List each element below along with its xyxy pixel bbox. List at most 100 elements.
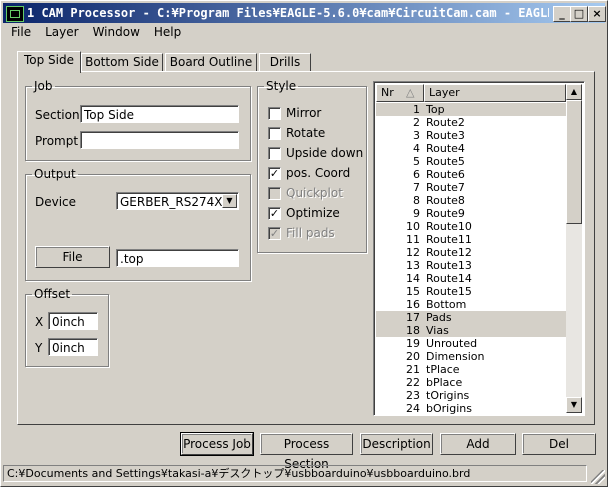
layer-number: 8 xyxy=(413,194,420,207)
menu-file[interactable]: File xyxy=(3,23,37,39)
device-select[interactable]: GERBER_RS274X ▼ xyxy=(116,192,239,210)
layer-name: Route6 xyxy=(426,168,465,181)
process-job-button[interactable]: Process Job xyxy=(180,432,254,456)
layer-name: Route5 xyxy=(426,155,465,168)
layer-number: 3 xyxy=(413,129,420,142)
layer-number: 16 xyxy=(406,298,420,311)
prompt-input[interactable] xyxy=(80,131,239,149)
offset-y-label: Y xyxy=(35,341,43,355)
column-header-nr[interactable]: Nr △ xyxy=(376,84,424,102)
style-option-2-checkbox[interactable] xyxy=(268,147,281,160)
layer-number: 11 xyxy=(406,233,420,246)
offset-x-input[interactable]: 0inch xyxy=(48,312,98,330)
layer-name: Route4 xyxy=(426,142,465,155)
status-bar: C:¥Documents and Settings¥takasi-a¥デスクトッ… xyxy=(3,465,587,482)
layer-row[interactable]: 8 Route8 xyxy=(376,194,566,207)
style-option-1-checkbox[interactable] xyxy=(268,127,281,140)
layer-row[interactable]: 11 Route11 xyxy=(376,233,566,246)
section-input[interactable]: Top Side xyxy=(80,105,239,123)
checkmark-icon: ✓ xyxy=(269,167,280,180)
layer-row[interactable]: 14 Route14 xyxy=(376,272,566,285)
layer-name: Top xyxy=(426,103,445,116)
style-option-5-label[interactable]: Optimize xyxy=(286,206,340,220)
layer-row[interactable]: 13 Route13 xyxy=(376,259,566,272)
layer-row[interactable]: 2 Route2 xyxy=(376,116,566,129)
device-label: Device xyxy=(35,195,77,209)
style-option-2-label[interactable]: Upside down xyxy=(286,146,363,160)
layer-name: Route3 xyxy=(426,129,465,142)
layer-row[interactable]: 5 Route5 xyxy=(376,155,566,168)
process-section-button[interactable]: Process Section xyxy=(260,433,353,471)
del-button[interactable]: Del xyxy=(522,433,596,455)
tab-board-outline[interactable]: Board Outline xyxy=(165,53,257,72)
resize-grip-icon[interactable] xyxy=(591,470,605,484)
menu-layer[interactable]: Layer xyxy=(37,23,84,39)
layer-row[interactable]: 22 bPlace xyxy=(376,376,566,389)
layer-name: Route11 xyxy=(426,233,472,246)
layer-row[interactable]: 21 tPlace xyxy=(376,363,566,376)
layer-number: 9 xyxy=(413,207,420,220)
layer-row[interactable]: 9 Route9 xyxy=(376,207,566,220)
layer-list[interactable]: Nr △ Layer 1 Top 2 Route2 3 Route3 4 Route4 5 Rou… xyxy=(373,81,585,416)
layer-row[interactable]: 12 Route12 xyxy=(376,246,566,259)
layer-row[interactable]: 19 Unrouted xyxy=(376,337,566,350)
add-button[interactable]: Add xyxy=(440,433,516,455)
layer-number: 13 xyxy=(406,259,420,272)
tab-drills[interactable]: Drills xyxy=(259,53,311,72)
layer-row[interactable]: 4 Route4 xyxy=(376,142,566,155)
title-bar[interactable]: 1 CAM Processor - C:¥Program Files¥EAGLE… xyxy=(3,3,606,23)
layer-row[interactable]: 23 tOrigins xyxy=(376,389,566,402)
file-button[interactable]: File xyxy=(35,246,110,268)
minimize-button[interactable]: _ xyxy=(553,6,571,22)
scrollbar-thumb[interactable] xyxy=(566,100,582,224)
close-button[interactable]: × xyxy=(588,6,606,22)
tab-top-side[interactable]: Top Side xyxy=(17,51,81,73)
layer-row[interactable]: 16 Bottom xyxy=(376,298,566,311)
layer-number: 14 xyxy=(406,272,420,285)
layer-name: Pads xyxy=(426,311,452,324)
layer-number: 15 xyxy=(406,285,420,298)
layer-row[interactable]: 18 Vias xyxy=(376,324,566,337)
description-button[interactable]: Description xyxy=(360,433,433,455)
layer-row[interactable]: 7 Route7 xyxy=(376,181,566,194)
output-legend: Output xyxy=(34,167,76,181)
layer-name: tPlace xyxy=(426,363,460,376)
layer-number: 12 xyxy=(406,246,420,259)
layer-row[interactable]: 3 Route3 xyxy=(376,129,566,142)
layer-name: Unrouted xyxy=(426,337,478,350)
checkmark-icon: ✓ xyxy=(269,207,280,220)
file-input[interactable]: .top xyxy=(116,249,239,267)
vertical-scrollbar[interactable]: ▲ ▼ xyxy=(566,84,582,413)
layer-rows: 1 Top 2 Route2 3 Route3 4 Route4 5 Route5 6 Route6 7… xyxy=(376,103,566,415)
column-header-layer[interactable]: Layer xyxy=(424,84,566,102)
style-option-5-checkbox[interactable]: ✓ xyxy=(268,207,281,220)
style-option-3-checkbox[interactable]: ✓ xyxy=(268,167,281,180)
offset-x-label: X xyxy=(35,315,44,329)
layer-row[interactable]: 20 Dimension xyxy=(376,350,566,363)
layer-name: bPlace xyxy=(426,376,463,389)
layer-row[interactable]: 24 bOrigins xyxy=(376,402,566,415)
chevron-down-icon[interactable]: ▼ xyxy=(222,194,237,208)
menu-bar: File Layer Window Help xyxy=(3,23,605,41)
layer-row[interactable]: 1 Top xyxy=(376,103,566,116)
layer-name: Route15 xyxy=(426,285,472,298)
layer-name: bOrigins xyxy=(426,402,472,415)
app-icon xyxy=(6,6,24,22)
style-option-0-checkbox[interactable] xyxy=(268,107,281,120)
layer-number: 5 xyxy=(413,155,420,168)
style-option-3-label[interactable]: pos. Coord xyxy=(286,166,350,180)
style-option-0-label[interactable]: Mirror xyxy=(286,106,321,120)
scroll-up-arrow-icon[interactable]: ▲ xyxy=(566,84,582,100)
scroll-down-arrow-icon[interactable]: ▼ xyxy=(566,397,582,413)
layer-row[interactable]: 15 Route15 xyxy=(376,285,566,298)
layer-number: 19 xyxy=(406,337,420,350)
layer-row[interactable]: 17 Pads xyxy=(376,311,566,324)
menu-help[interactable]: Help xyxy=(146,23,187,39)
offset-y-input[interactable]: 0inch xyxy=(48,338,98,356)
menu-window[interactable]: Window xyxy=(85,23,146,39)
maximize-button[interactable]: □ xyxy=(570,6,588,22)
layer-row[interactable]: 10 Route10 xyxy=(376,220,566,233)
layer-row[interactable]: 6 Route6 xyxy=(376,168,566,181)
style-option-1-label[interactable]: Rotate xyxy=(286,126,325,140)
tab-bottom-side[interactable]: Bottom Side xyxy=(81,53,163,72)
